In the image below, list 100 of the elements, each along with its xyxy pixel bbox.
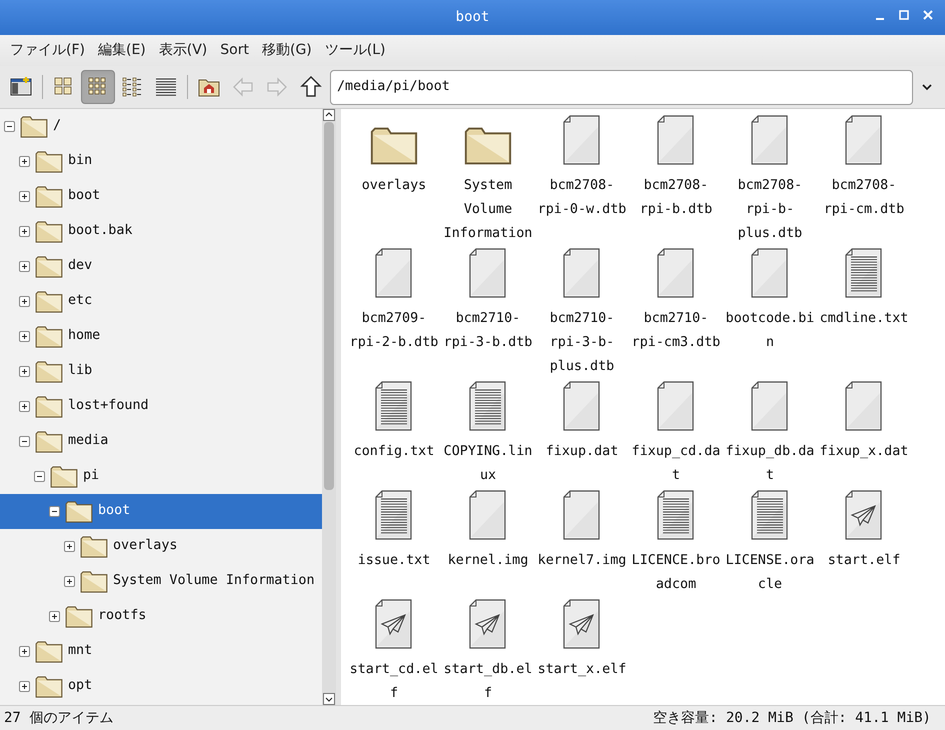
file-item[interactable]: overlays <box>347 115 441 248</box>
paper-plane-file-icon <box>469 599 507 649</box>
icons-button[interactable] <box>81 70 115 104</box>
file-item[interactable]: fixup.dat <box>535 381 629 490</box>
folder-icon <box>80 570 108 592</box>
file-item[interactable]: bcm2708-rpi-b.dtb <box>629 115 723 248</box>
menu-item[interactable]: 編集(E) <box>98 40 146 61</box>
file-name: fixup_db.dat <box>724 443 816 485</box>
file-item[interactable]: start_x.elf <box>535 599 629 705</box>
folder-name: bin <box>68 152 92 170</box>
expand-icon[interactable] <box>64 576 75 587</box>
file-item[interactable]: config.txt <box>347 381 441 490</box>
tree-item[interactable]: pi <box>0 459 322 494</box>
text-file-icon <box>375 381 413 431</box>
file-item[interactable]: fixup_cd.dat <box>629 381 723 490</box>
menu-item[interactable]: 移動(G) <box>262 40 312 61</box>
expand-icon[interactable] <box>19 366 30 377</box>
file-icon <box>563 490 601 540</box>
tree-item[interactable]: home <box>0 319 322 354</box>
menu-item[interactable]: 表示(V) <box>158 40 208 61</box>
forward-arrow-icon <box>266 76 288 98</box>
file-item[interactable]: cmdline.txt <box>817 248 911 381</box>
file-item[interactable]: fixup_db.dat <box>723 381 817 490</box>
file-item[interactable]: bcm2710-rpi-3-b-plus.dtb <box>535 248 629 381</box>
tree-item[interactable]: boot <box>0 494 322 529</box>
tree-item[interactable]: etc <box>0 284 322 319</box>
tree-item[interactable]: bin <box>0 144 322 179</box>
tree-item[interactable]: lib <box>0 354 322 389</box>
expand-icon[interactable] <box>19 226 30 237</box>
file-item[interactable]: bcm2708-rpi-b-plus.dtb <box>723 115 817 248</box>
folder-name: System Volume Information <box>113 572 315 590</box>
file-name: bcm2710-rpi-3-b-plus.dtb <box>548 310 616 376</box>
expand-icon[interactable] <box>19 646 30 657</box>
maximize-icon[interactable] <box>899 9 909 21</box>
file-item[interactable]: System Volume Information <box>441 115 535 248</box>
tree-item[interactable]: opt <box>0 669 322 704</box>
file-item[interactable]: start_cd.elf <box>347 599 441 705</box>
file-item[interactable]: bcm2708-rpi-cm.dtb <box>817 115 911 248</box>
tree-item[interactable]: overlays <box>0 529 322 564</box>
expand-icon[interactable] <box>19 191 30 202</box>
file-item[interactable]: start.elf <box>817 490 911 599</box>
file-item[interactable]: bootcode.bin <box>723 248 817 381</box>
file-name: bcm2710-rpi-3-b.dtb <box>442 310 534 352</box>
file-item[interactable]: issue.txt <box>347 490 441 599</box>
file-name: cmdline.txt <box>818 310 910 328</box>
file-item[interactable]: LICENSE.oracle <box>723 490 817 599</box>
close-icon[interactable] <box>923 9 933 21</box>
folder-icon <box>80 536 108 558</box>
text-file-icon <box>845 248 883 298</box>
tree-item[interactable]: lost+found <box>0 389 322 424</box>
file-item[interactable]: bcm2710-rpi-cm3.dtb <box>629 248 723 381</box>
file-item[interactable]: start_db.elf <box>441 599 535 705</box>
menu-item[interactable]: Sort <box>220 40 249 61</box>
tree-item[interactable]: boot <box>0 179 322 214</box>
collapse-icon[interactable] <box>19 436 30 447</box>
expand-icon[interactable] <box>19 296 30 307</box>
expand-icon[interactable] <box>19 401 30 412</box>
tree-item[interactable]: mnt <box>0 634 322 669</box>
expand-icon[interactable] <box>64 541 75 552</box>
file-item[interactable]: fixup_x.dat <box>817 381 911 490</box>
tree-item[interactable]: rootfs <box>0 599 322 634</box>
expand-icon[interactable] <box>19 261 30 272</box>
collapse-icon[interactable] <box>49 506 60 517</box>
expand-icon[interactable] <box>19 331 30 342</box>
file-name: kernel.img <box>446 552 530 570</box>
folder-icon <box>370 127 418 165</box>
scrollbar[interactable] <box>322 109 336 705</box>
file-item[interactable]: bcm2710-rpi-3-b.dtb <box>441 248 535 381</box>
file-item[interactable]: LICENCE.broadcom <box>629 490 723 599</box>
collapse-icon[interactable] <box>4 121 15 132</box>
path-field[interactable]: /media/pi/boot <box>330 70 913 104</box>
tree-item[interactable]: / <box>0 109 322 144</box>
folder-icon <box>35 676 63 698</box>
expand-icon[interactable] <box>19 156 30 167</box>
file-item[interactable]: COPYING.linux <box>441 381 535 490</box>
scroll-down-icon[interactable] <box>323 693 335 705</box>
file-name: fixup_x.dat <box>818 443 910 461</box>
file-name: LICENCE.broadcom <box>630 552 722 594</box>
file-item[interactable]: kernel.img <box>441 490 535 599</box>
file-name: bootcode.bin <box>724 310 816 352</box>
menu-item[interactable]: ファイル(F) <box>10 40 85 61</box>
menu-item[interactable]: ツール(L) <box>324 40 386 61</box>
tree-item[interactable]: media <box>0 424 322 459</box>
expand-icon[interactable] <box>19 681 30 692</box>
folder-name: opt <box>68 677 92 696</box>
file-icon <box>563 381 601 431</box>
tree-item[interactable]: System Volume Information <box>0 564 322 599</box>
tree-item[interactable]: dev <box>0 249 322 284</box>
folder-name: boot <box>98 502 130 520</box>
scrollbar-thumb[interactable] <box>324 122 334 490</box>
text-file-icon <box>469 381 507 431</box>
tree-item[interactable]: boot.bak <box>0 214 322 249</box>
file-name: bcm2708-rpi-0-w.dtb <box>536 177 628 219</box>
file-item[interactable]: bcm2708-rpi-0-w.dtb <box>535 115 629 248</box>
collapse-icon[interactable] <box>34 471 45 482</box>
file-icon <box>845 115 883 165</box>
scroll-up-icon[interactable] <box>323 109 335 121</box>
expand-icon[interactable] <box>49 611 60 622</box>
file-item[interactable]: kernel7.img <box>535 490 629 599</box>
file-item[interactable]: bcm2709-rpi-2-b.dtb <box>347 248 441 381</box>
